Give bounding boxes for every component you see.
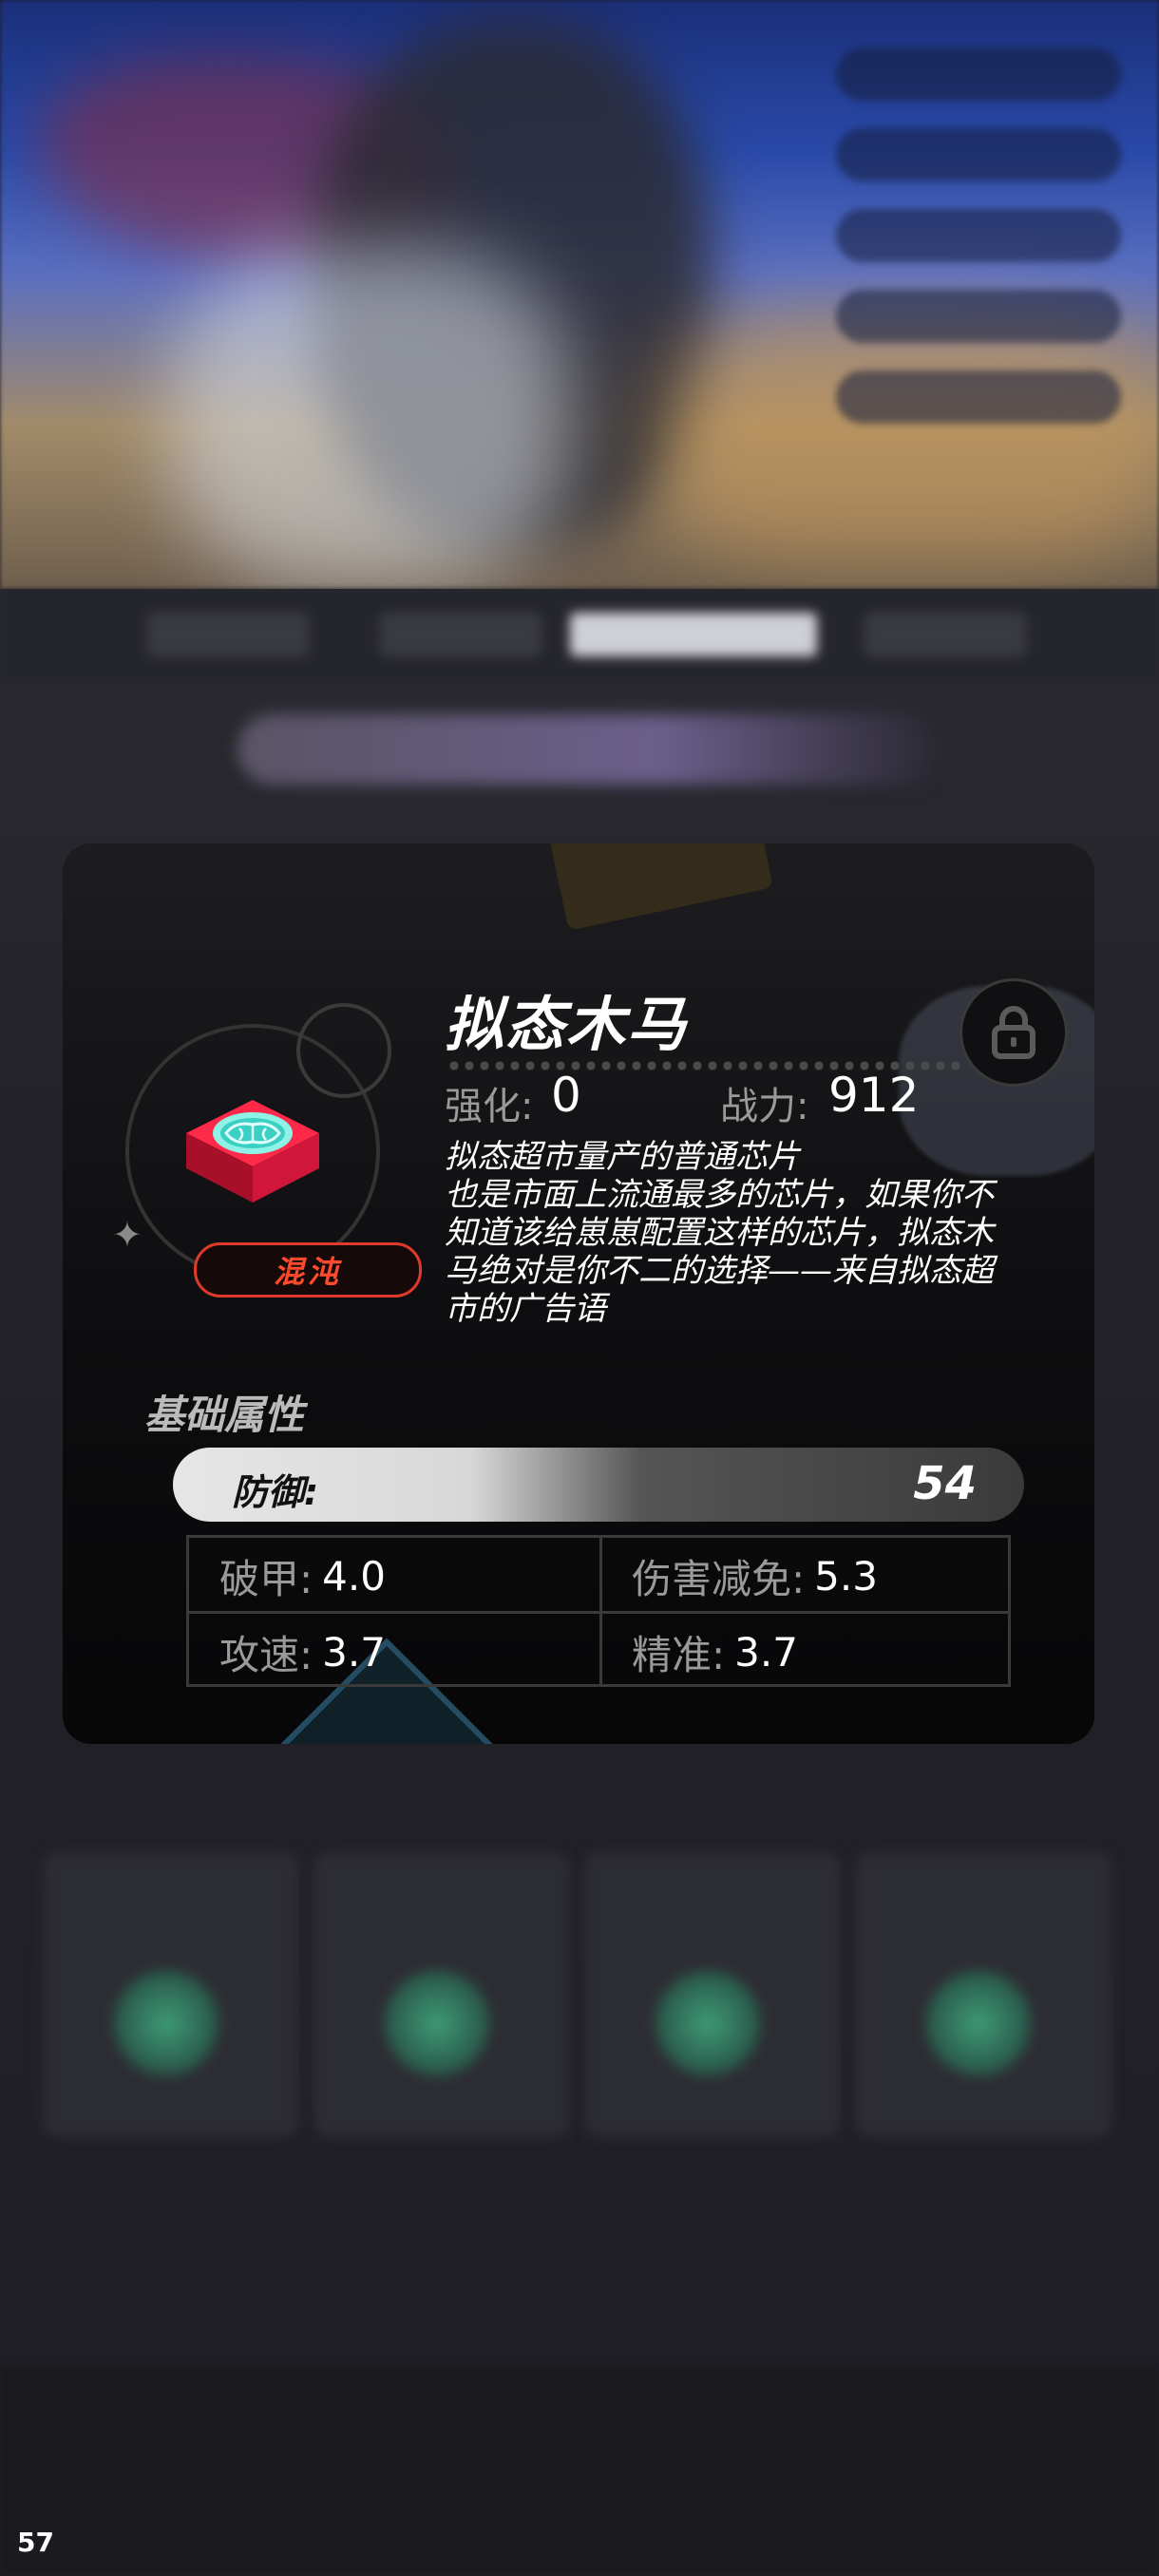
bg-shape <box>665 313 1159 560</box>
panel-decoration <box>549 843 773 931</box>
bg-chip-card <box>855 1852 1112 2137</box>
bg-shape <box>171 247 570 589</box>
lock-button[interactable] <box>960 978 1068 1087</box>
bg-tab <box>864 613 1026 656</box>
sub-attribute-value: 4.0 <box>322 1552 386 1600</box>
description-line: 马绝对是你不二的选择——来自拟态超 <box>445 1252 994 1290</box>
power-value: 912 <box>828 1068 920 1123</box>
bg-chip-card <box>314 1852 570 2137</box>
bg-resource-pill <box>836 370 1121 424</box>
sub-attribute-cell: 攻速: 3.7 <box>189 1614 601 1690</box>
main-attribute-bar: 防御: 54 <box>173 1448 1024 1522</box>
base-attributes-title: 基础属性 <box>144 1392 305 1438</box>
sub-attributes-table: 破甲: 4.0 伤害减免: 5.3 攻速: 3.7 精准: 3.7 <box>186 1535 1011 1687</box>
enhance-value: 0 <box>551 1068 581 1123</box>
sub-attribute-value: 3.7 <box>734 1628 798 1676</box>
sub-attribute-value: 3.7 <box>322 1628 386 1676</box>
power-label: 战力: <box>720 1085 809 1128</box>
main-attribute-value: 54 <box>913 1457 977 1510</box>
bg-search-bar <box>238 714 940 785</box>
sub-attribute-cell: 精准: 3.7 <box>601 1614 1014 1690</box>
sub-attribute-value: 5.3 <box>814 1552 878 1600</box>
bg-bottom-bar <box>0 2365 1159 2576</box>
bg-resource-pill <box>836 290 1121 343</box>
rarity-badge: 混沌 <box>194 1242 422 1297</box>
bg-tab-active <box>570 613 817 656</box>
sub-attribute-cell: 破甲: 4.0 <box>189 1538 601 1614</box>
fps-counter: 57 <box>17 2527 54 2558</box>
bg-chip-card <box>584 1852 841 2137</box>
bg-resource-pill <box>836 47 1121 101</box>
description-line: 知道该给崽崽配置这样的芯片，拟态木 <box>445 1214 994 1252</box>
sparkle-icon: ✦ <box>112 1214 142 1256</box>
bg-tab <box>147 613 309 656</box>
sub-attribute-label: 破甲: <box>219 1555 314 1602</box>
enhance-label: 强化: <box>445 1085 534 1128</box>
bg-resource-pill <box>836 128 1121 181</box>
sub-attribute-label: 伤害减免: <box>632 1555 806 1602</box>
bg-resource-pill <box>836 209 1121 262</box>
description-line: 市的广告语 <box>445 1290 606 1328</box>
chip-description: 拟态超市量产的普通芯片 也是市面上流通最多的芯片，如果你不 知道该给崽崽配置这样… <box>445 1138 1005 1328</box>
sub-attribute-label: 精准: <box>632 1631 726 1678</box>
chip-frame-ring-small <box>296 1003 391 1098</box>
description-line: 拟态超市量产的普通芯片 <box>445 1138 800 1176</box>
description-line: 也是市面上流通最多的芯片，如果你不 <box>445 1176 994 1214</box>
bg-tab <box>380 613 542 656</box>
sub-attribute-cell: 伤害减免: 5.3 <box>601 1538 1014 1614</box>
lock-icon <box>992 1006 1036 1059</box>
main-attribute-label: 防御: <box>232 1471 319 1513</box>
chip-name: 拟态木马 <box>445 990 689 1059</box>
chip-detail-panel: ✦ 混沌 拟态木马 强化: 0 战力: 912 拟态超市量产的普通芯片 也是市面… <box>63 843 1094 1744</box>
brain-chip-icon <box>186 1100 319 1203</box>
sub-attribute-label: 攻速: <box>219 1631 314 1678</box>
bg-chip-card <box>43 1852 299 2137</box>
